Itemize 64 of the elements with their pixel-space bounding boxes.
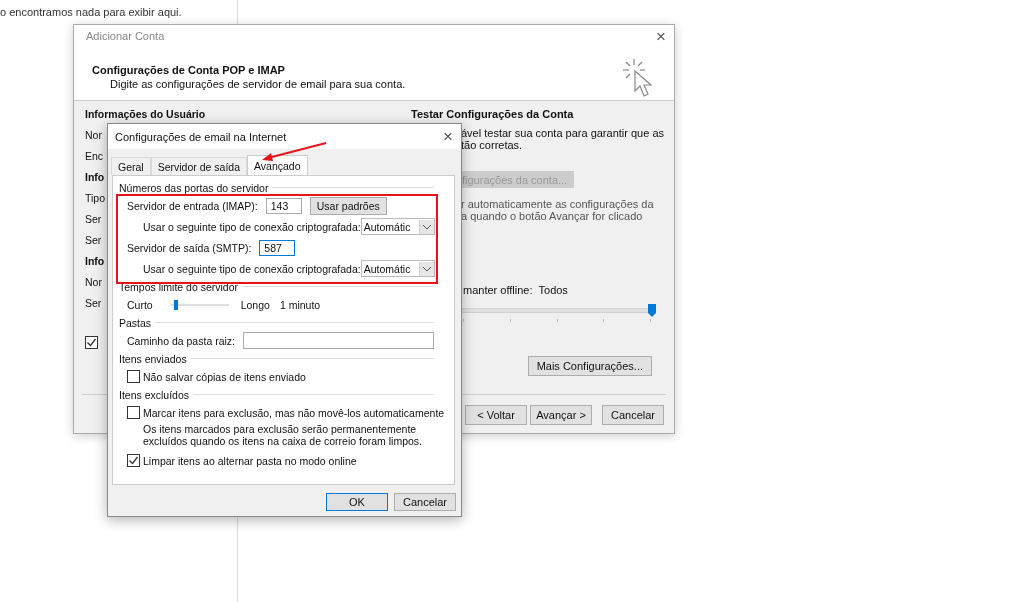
window-title: Adicionar Conta [86,30,165,44]
field-label: Nor [85,128,102,143]
description-text: tão corretas. [461,139,524,151]
dialog-subheading: Digite as configurações de servidor de email para sua conta. [109,78,406,90]
checkbox[interactable] [85,336,98,349]
group-title: Pastas [119,316,152,329]
chevron-down-icon [418,219,434,234]
arrow-drawing [260,141,328,163]
field-label: Ser [85,296,102,311]
tab[interactable]: Servidor de saída [150,157,247,175]
section-heading: Info [85,170,105,185]
offline-value: Todos [538,284,568,296]
field-label: Caminho da pasta raiz: [127,334,235,347]
field-label: Usar o seguinte tipo de conexão criptografada: [143,262,361,275]
field-label: Ser [85,233,102,248]
slider-max-label: Longo [240,298,270,311]
port-field[interactable]: 587 [259,239,296,256]
close-button[interactable]: × [443,129,453,144]
field-label: Usar o seguinte tipo de conexão criptografada: [143,220,361,233]
port-field[interactable]: 143 [265,197,302,214]
section-heading: Testar Configurações da Conta [411,108,574,120]
note-text: Os itens marcados para exclusão serão permanentemente excluídos quando os itens na caixa de correio foram limpos. [142,423,423,447]
slider-min-label: Curto [127,298,153,311]
encryption-dropdown[interactable]: Automátic [360,218,435,235]
checkbox-label: Limpar itens ao alternar pasta no modo online [143,454,357,467]
section-heading: Informações do Usuário [85,107,206,122]
empty-message: o encontramos nada para exibir aqui. [0,6,182,18]
group-title: Números das portas do servidor [119,181,269,194]
dialog-button[interactable]: Cancelar [394,493,456,511]
section-heading: Info [85,254,105,269]
chevron-down-icon [418,261,434,276]
checkbox[interactable] [127,454,140,467]
checkbox[interactable] [127,370,140,383]
dialog-button[interactable]: < Voltar [465,405,527,425]
option-text: r automaticamente as configurações da [461,198,654,210]
dialog-heading: Configurações de Conta POP e IMAP [92,64,286,76]
slider-thumb[interactable] [174,299,179,310]
option-text: a quando o botão Avançar for clicado [461,210,644,222]
checkbox[interactable] [127,406,140,419]
field-label: Servidor de entrada (IMAP): [127,199,258,212]
root-folder-field[interactable] [243,332,434,349]
field-label: Ser [85,212,102,227]
field-label: Enc [85,149,104,164]
more-settings-button[interactable]: Mais Configurações... [527,356,652,376]
group-title: Itens excluídos [119,388,190,401]
close-button[interactable]: × [656,30,666,50]
field-label: Servidor de saída (SMTP): [127,241,252,254]
encryption-dropdown[interactable]: Automátic [360,260,435,277]
dialog-button[interactable]: Cancelar [602,405,664,425]
window-title: Configurações de email na Internet [115,130,287,143]
slider-thumb[interactable] [648,304,656,317]
dialog-button[interactable]: OK [326,493,388,511]
use-defaults-button[interactable]: Usar padrões [309,196,387,215]
group-title: Itens enviados [119,352,187,365]
timeout-value: 1 minuto [279,298,321,311]
tab[interactable]: Avançado [247,155,308,175]
description-text: ável testar sua conta para garantir que as [461,127,664,139]
tab[interactable]: Geral [111,157,151,175]
field-label: Tipo [85,191,106,206]
checkbox-label: Não salvar cópias de itens enviado [143,370,306,383]
checkbox-label: Marcar itens para exclusão, mas não movê-los automaticamente [143,406,445,419]
dialog-button[interactable]: Avançar > [530,405,592,425]
field-label: Nor [85,275,102,290]
offline-label: manter offline: [463,284,533,296]
